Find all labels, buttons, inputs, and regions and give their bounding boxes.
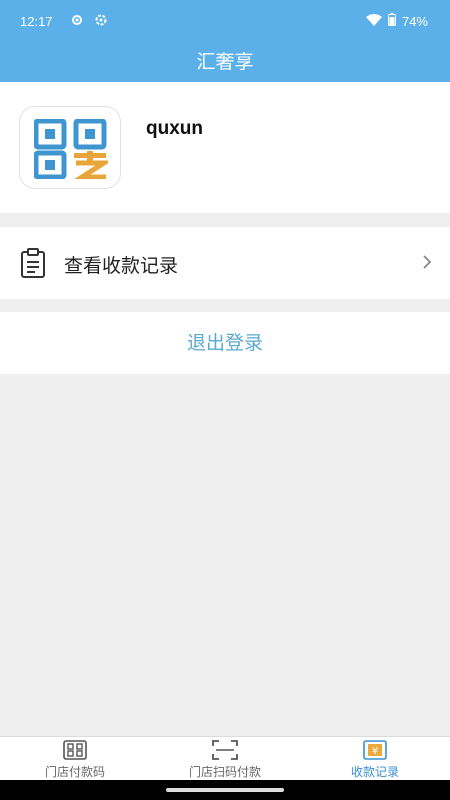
qr-grid-icon (63, 740, 87, 764)
battery-icon (387, 13, 396, 29)
tab-label: 门店付款码 (44, 765, 105, 779)
tab-store-scan-pay[interactable]: 门店扫码付款 (150, 737, 300, 781)
profile-card: quxun (0, 82, 450, 213)
status-time: 12:17 (20, 14, 53, 29)
tab-label: 收款记录 (350, 765, 399, 779)
status-bar: 12:17 74% (0, 0, 450, 42)
tab-payment-records[interactable]: ¥ 收款记录 (300, 737, 450, 781)
bottom-tab-bar: 门店付款码 门店扫码付款 ¥ 收款记录 (0, 736, 450, 780)
yen-receipt-icon: ¥ (363, 740, 387, 764)
view-records-label: 查看收款记录 (64, 255, 179, 277)
username: quxun (146, 118, 203, 139)
app-logo (19, 106, 121, 189)
tab-store-payment-code[interactable]: 门店付款码 (0, 737, 150, 781)
scan-frame-icon (212, 740, 238, 764)
clipboard-icon (20, 248, 46, 282)
home-gesture-pill[interactable] (166, 788, 284, 792)
view-records-row[interactable]: 查看收款记录 (0, 227, 450, 299)
page-title: 汇奢享 (0, 42, 450, 82)
chevron-right-icon (422, 254, 432, 274)
logout-button[interactable]: 退出登录 (0, 312, 450, 374)
qr-pay-logo-icon (34, 119, 108, 179)
settings-status-icon (94, 13, 108, 30)
svg-text:¥: ¥ (372, 746, 378, 757)
wifi-icon (365, 13, 382, 29)
tab-label: 门店扫码付款 (188, 765, 261, 779)
status-right-group: 74% (365, 13, 428, 29)
system-nav-bar (0, 780, 450, 800)
gear-status-icon (70, 13, 84, 30)
battery-percent: 74% (401, 13, 428, 29)
